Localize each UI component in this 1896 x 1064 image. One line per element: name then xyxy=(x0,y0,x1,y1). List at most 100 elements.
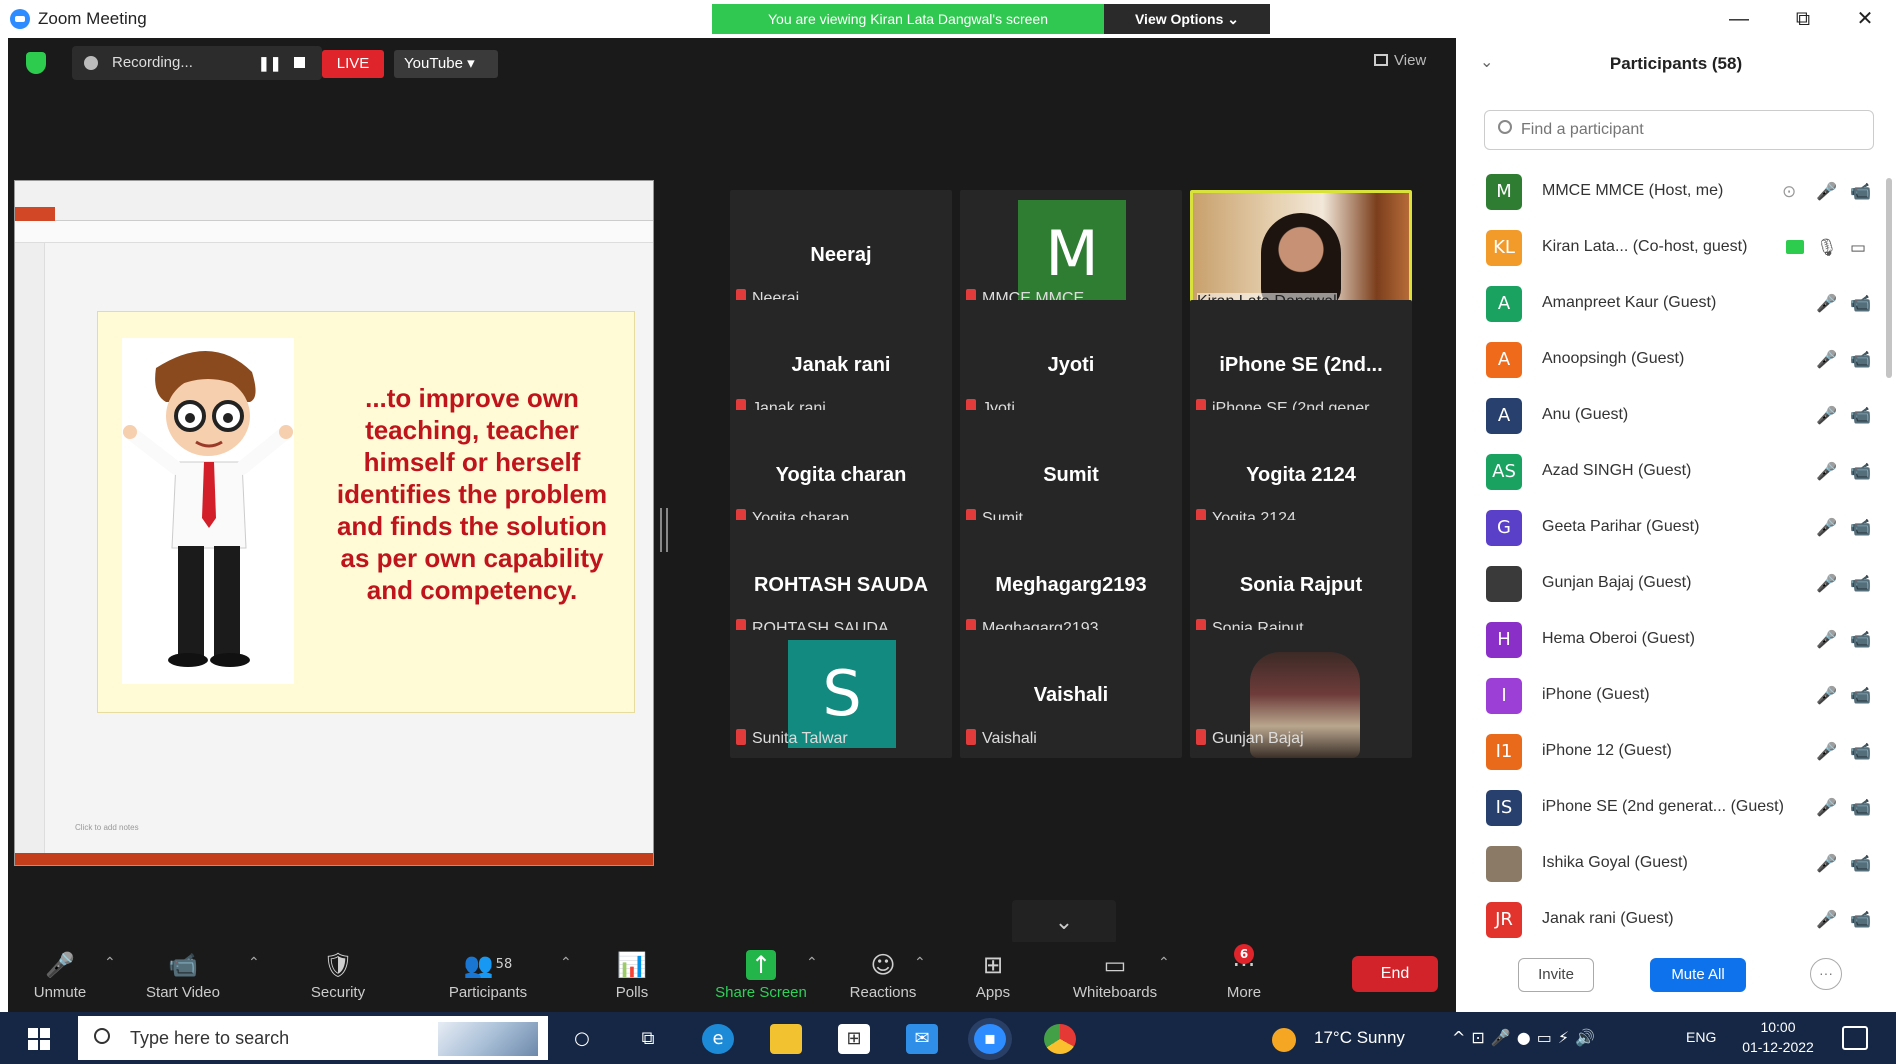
video-tile[interactable]: Neeraj Neeraj xyxy=(730,190,952,318)
unmute-button[interactable]: 🎤 Unmute xyxy=(28,950,92,1008)
security-button[interactable]: 🛡 Security xyxy=(298,950,378,1008)
mic-on-icon[interactable]: 🎙 xyxy=(1816,238,1838,258)
task-view-icon[interactable]: ⧉ xyxy=(632,1024,664,1054)
video-tile[interactable]: Meghagarg2193 Meghagarg2193 xyxy=(960,520,1182,648)
video-off-icon[interactable]: 📹 xyxy=(1850,686,1871,706)
video-off-icon[interactable]: 📹 xyxy=(1850,462,1871,482)
restore-button[interactable]: ⧉ xyxy=(1778,4,1828,34)
video-off-icon[interactable]: 📹 xyxy=(1850,798,1871,818)
mail-icon[interactable]: ✉ xyxy=(906,1024,938,1054)
start-video-button[interactable]: 📹 Start Video xyxy=(128,950,238,1008)
video-off-icon[interactable]: 📹 xyxy=(1850,406,1871,426)
share-options-caret-icon[interactable]: ⌃ xyxy=(806,954,818,971)
video-off-icon[interactable]: 📹 xyxy=(1850,630,1871,650)
minimize-button[interactable]: — xyxy=(1714,4,1764,34)
youtube-stream-button[interactable]: YouTube ▾ xyxy=(394,50,498,78)
split-resize-handle[interactable] xyxy=(660,508,668,552)
video-tile[interactable]: Sonia Rajput Sonia Rajput xyxy=(1190,520,1412,648)
video-tile[interactable]: Yogita 2124 Yogita 2124 xyxy=(1190,410,1412,538)
participant-row[interactable]: A Amanpreet Kaur (Guest) 🎤 📹 xyxy=(1456,276,1886,332)
video-off-icon[interactable]: 📹 xyxy=(1850,910,1871,930)
video-tile[interactable]: Yogita charan Yogita charan xyxy=(730,410,952,538)
video-tile[interactable]: Gunjan Bajaj xyxy=(1190,630,1412,758)
participants-caret-icon[interactable]: ⌃ xyxy=(560,954,572,971)
whiteboard-caret-icon[interactable]: ⌃ xyxy=(1158,954,1170,971)
video-options-caret-icon[interactable]: ⌃ xyxy=(248,954,260,971)
video-tile[interactable]: Sumit Sumit xyxy=(960,410,1182,538)
chrome-browser-icon[interactable] xyxy=(1044,1024,1076,1054)
panel-more-options-button[interactable]: ··· xyxy=(1810,958,1842,990)
participant-row[interactable]: H Hema Oberoi (Guest) 🎤 📹 xyxy=(1456,612,1886,668)
polls-button[interactable]: 📊 Polls xyxy=(602,950,662,1008)
participants-button[interactable]: 👥 58 Participants xyxy=(438,950,538,1008)
taskbar-search-box[interactable]: Type here to search xyxy=(78,1016,548,1060)
audio-options-caret-icon[interactable]: ⌃ xyxy=(104,954,116,971)
mute-all-button[interactable]: Mute All xyxy=(1650,958,1746,992)
participant-row[interactable]: G Geeta Parihar (Guest) 🎤 📹 xyxy=(1456,500,1886,556)
video-off-icon[interactable]: 📹 xyxy=(1850,182,1871,202)
whiteboards-button[interactable]: ▭ Whiteboards xyxy=(1060,950,1170,1008)
view-options-button[interactable]: View Options ⌄ xyxy=(1104,4,1270,34)
mic-muted-icon[interactable]: 🎤 xyxy=(1816,630,1837,650)
video-off-icon[interactable]: 📹 xyxy=(1850,518,1871,538)
mic-muted-icon[interactable]: 🎤 xyxy=(1816,294,1837,314)
mic-muted-icon[interactable]: 🎤 xyxy=(1816,518,1837,538)
windows-start-icon[interactable] xyxy=(28,1028,50,1050)
video-tile[interactable]: ROHTASH SAUDA ROHTASH SAUDA xyxy=(730,520,952,648)
participant-row[interactable]: KL Kiran Lata... (Co-host, guest) 🎙 ▭ xyxy=(1456,220,1886,276)
video-tile[interactable]: Janak rani Janak rani xyxy=(730,300,952,428)
participant-row[interactable]: JR Janak rani (Guest) 🎤 📹 xyxy=(1456,892,1886,948)
microsoft-store-icon[interactable]: ⊞ xyxy=(838,1024,870,1054)
video-tile[interactable]: iPhone SE (2nd... iPhone SE (2nd gener..… xyxy=(1190,300,1412,428)
share-screen-button[interactable]: ↑ Share Screen xyxy=(708,950,814,1008)
video-off-icon[interactable]: 📹 xyxy=(1850,294,1871,314)
invite-button[interactable]: Invite xyxy=(1518,958,1594,992)
participant-row[interactable]: IS iPhone SE (2nd generat... (Guest) 🎤 📹 xyxy=(1456,780,1886,836)
mic-muted-icon[interactable]: 🎤 xyxy=(1816,798,1837,818)
system-tray-icons[interactable]: ^⊡🎤●▭⚡🔊 xyxy=(1452,1028,1601,1047)
clock[interactable]: 10:00 01-12-2022 xyxy=(1736,1017,1820,1057)
video-tile[interactable]: S Sunita Talwar xyxy=(730,630,952,758)
mic-muted-icon[interactable]: 🎤 xyxy=(1816,742,1837,762)
notification-center-icon[interactable] xyxy=(1842,1026,1868,1050)
video-off-icon[interactable]: 📹 xyxy=(1850,854,1871,874)
mic-muted-icon[interactable]: 🎤 xyxy=(1816,462,1837,482)
video-tile-active-speaker[interactable]: Kiran Lata Dangwal xyxy=(1190,190,1412,318)
language-indicator[interactable]: ENG xyxy=(1686,1029,1716,1045)
mic-muted-icon[interactable]: 🎤 xyxy=(1816,406,1837,426)
cortana-icon[interactable]: ○ xyxy=(566,1024,598,1054)
participant-list-scrollbar[interactable] xyxy=(1886,178,1892,378)
find-participant-input[interactable] xyxy=(1484,110,1874,150)
participant-row[interactable]: Ishika Goyal (Guest) 🎤 📹 xyxy=(1456,836,1886,892)
mic-muted-icon[interactable]: 🎤 xyxy=(1816,910,1837,930)
video-off-icon[interactable]: 📹 xyxy=(1850,350,1871,370)
file-explorer-icon[interactable] xyxy=(770,1024,802,1054)
pause-recording-icon[interactable]: ❚❚ xyxy=(258,55,281,72)
weather-text[interactable]: 17°C Sunny xyxy=(1314,1028,1405,1048)
video-off-icon[interactable]: 📹 xyxy=(1850,742,1871,762)
shield-icon[interactable] xyxy=(26,52,46,74)
participant-row[interactable]: Gunjan Bajaj (Guest) 🎤 📹 xyxy=(1456,556,1886,612)
mic-muted-icon[interactable]: 🎤 xyxy=(1816,854,1837,874)
participant-row[interactable]: I1 iPhone 12 (Guest) 🎤 📹 xyxy=(1456,724,1886,780)
video-tile[interactable]: M MMCE MMCE xyxy=(960,190,1182,318)
participant-row[interactable]: I iPhone (Guest) 🎤 📹 xyxy=(1456,668,1886,724)
more-button[interactable]: ··· 6 More xyxy=(1214,944,1274,1008)
mic-muted-icon[interactable]: 🎤 xyxy=(1816,182,1837,202)
zoom-taskbar-icon[interactable]: ▪ xyxy=(974,1024,1006,1054)
participant-row[interactable]: A Anoopsingh (Guest) 🎤 📹 xyxy=(1456,332,1886,388)
mic-muted-icon[interactable]: 🎤 xyxy=(1816,686,1837,706)
stop-recording-icon[interactable] xyxy=(294,57,305,68)
mic-muted-icon[interactable]: 🎤 xyxy=(1816,574,1837,594)
video-on-icon[interactable]: ▭ xyxy=(1850,238,1866,258)
participant-row[interactable]: A Anu (Guest) 🎤 📹 xyxy=(1456,388,1886,444)
apps-button[interactable]: ⊞ Apps xyxy=(958,950,1028,1008)
participant-row[interactable]: M MMCE MMCE (Host, me) ⊙ 🎤 📹 xyxy=(1456,164,1886,220)
participant-row[interactable]: AS Azad SINGH (Guest) 🎤 📹 xyxy=(1456,444,1886,500)
edge-browser-icon[interactable]: e xyxy=(702,1024,734,1054)
gallery-next-page-button[interactable]: ⌄ xyxy=(1012,900,1116,944)
reactions-caret-icon[interactable]: ⌃ xyxy=(914,954,926,971)
close-button[interactable]: ✕ xyxy=(1840,4,1890,34)
video-off-icon[interactable]: 📹 xyxy=(1850,574,1871,594)
view-button[interactable]: View xyxy=(1374,52,1426,69)
